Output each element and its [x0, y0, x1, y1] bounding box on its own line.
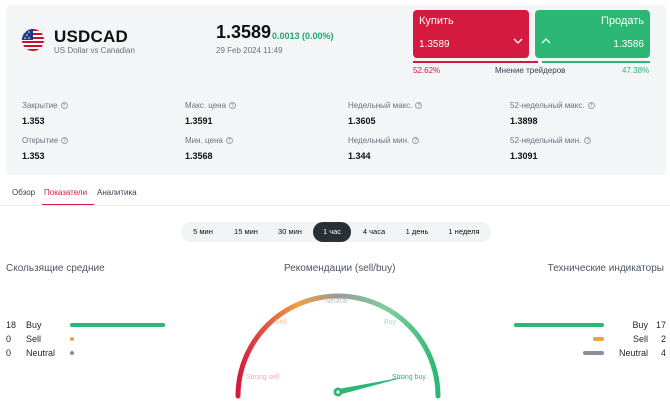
tab-divider: [0, 205, 670, 206]
recommendation-title: Рекомендации (sell/buy): [284, 263, 396, 274]
ma-sell-bar: [70, 337, 74, 341]
buy-label: Купить: [419, 15, 454, 27]
price-timestamp: 29 Feb 2024 11:49: [216, 46, 283, 55]
sell-price: 1.3586: [613, 39, 644, 50]
sentiment-buy-bar: [413, 61, 538, 63]
buy-button[interactable]: Купить 1.3589: [413, 10, 529, 58]
tab-overview[interactable]: Обзор: [12, 188, 35, 197]
sentiment-label: Мнение трейдеров: [495, 66, 566, 75]
price-change: 0.0013 (0.00%): [272, 31, 334, 41]
stat-52w-high-label: 52-недельный макс.?: [510, 101, 595, 110]
stat-week-high-label: Недельный макс.?: [348, 101, 423, 110]
ma-neutral-label: Neutral: [26, 348, 56, 358]
stat-open-value: 1.353: [22, 151, 45, 161]
sentiment-sell-percent: 47.38%: [622, 66, 650, 75]
ma-buy-label: Buy: [26, 320, 42, 330]
stat-week-low-value: 1.344: [348, 151, 371, 161]
info-icon[interactable]: ?: [412, 137, 420, 145]
stat-week-high-value: 1.3605: [348, 116, 376, 126]
info-icon[interactable]: ?: [415, 102, 423, 110]
stat-close-label: Закрытие?: [22, 101, 68, 110]
us-flag-icon: [22, 29, 44, 51]
instrument-symbol: USDCAD: [54, 27, 128, 46]
ma-buy-bar: [70, 323, 165, 327]
ma-neutral-count: 0: [6, 348, 12, 358]
stat-high-label: Макс. цена?: [185, 101, 237, 110]
stat-open-label: Открытие?: [22, 136, 69, 145]
timeframe-4h[interactable]: 4 часа: [353, 222, 395, 242]
ma-neutral-bar: [70, 351, 74, 355]
info-icon[interactable]: ?: [225, 137, 233, 145]
ti-buy-count: 17: [655, 320, 666, 330]
sell-button[interactable]: Продать 1.3586: [535, 10, 650, 58]
stat-high-value: 1.3591: [185, 116, 213, 126]
timeframe-1h[interactable]: 1 час: [313, 222, 351, 242]
stat-low-value: 1.3568: [185, 151, 213, 161]
stat-close-value: 1.353: [22, 116, 45, 126]
stat-week-low-label: Недельный мин.?: [348, 136, 420, 145]
stat-52w-low-label: 52-недельный мин.?: [510, 136, 592, 145]
sell-label: Продать: [601, 15, 644, 27]
gauge-zone-sell: Sell: [275, 319, 287, 326]
info-icon[interactable]: ?: [60, 102, 68, 110]
technical-indicators-title: Технические индикаторы: [547, 263, 664, 274]
current-price: 1.3589: [216, 22, 272, 42]
ti-sell-bar: [593, 337, 604, 341]
timeframe-15m[interactable]: 15 мин: [225, 222, 267, 242]
info-icon[interactable]: ?: [61, 137, 69, 145]
info-icon[interactable]: ?: [229, 102, 237, 110]
tab-indicators[interactable]: Показатели: [44, 188, 87, 197]
recommendation-gauge: Strong sell Sell Neutral Buy Strong buy: [235, 293, 441, 399]
stat-52w-high-value: 1.3898: [510, 116, 538, 126]
instrument-description: US Dollar vs Canadian: [54, 46, 135, 55]
ti-sell-count: 2: [660, 334, 666, 344]
sentiment-sell-bar: [542, 61, 650, 63]
timeframe-selector: 5 мин 15 мин 30 мин 1 час 4 часа 1 день …: [181, 222, 491, 242]
timeframe-1d[interactable]: 1 день: [397, 222, 437, 242]
ti-neutral-bar: [583, 351, 604, 355]
chevron-up-icon: [541, 36, 551, 49]
timeframe-30m[interactable]: 30 мин: [269, 222, 311, 242]
gauge-zone-neutral: Neutral: [325, 298, 348, 305]
stat-52w-low-value: 1.3091: [510, 151, 538, 161]
ma-buy-count: 18: [6, 320, 17, 330]
info-icon[interactable]: ?: [584, 137, 592, 145]
sentiment-buy-percent: 52.62%: [413, 66, 441, 75]
info-icon[interactable]: ?: [587, 102, 595, 110]
stat-low-label: Мин. цена?: [185, 136, 233, 145]
chevron-down-icon: [513, 36, 523, 49]
buy-price: 1.3589: [419, 39, 450, 50]
gauge-zone-strong-sell: Strong sell: [246, 374, 280, 381]
timeframe-5m[interactable]: 5 мин: [183, 222, 223, 242]
moving-averages-title: Скользящие средние: [6, 263, 105, 274]
gauge-zone-buy: Buy: [384, 319, 397, 326]
tab-analytics[interactable]: Аналитика: [97, 188, 137, 197]
ti-neutral-label: Neutral: [618, 348, 648, 358]
ti-sell-label: Sell: [632, 334, 648, 344]
ma-sell-count: 0: [6, 334, 12, 344]
timeframe-1w[interactable]: 1 неделя: [439, 222, 489, 242]
ma-sell-label: Sell: [26, 334, 42, 344]
gauge-arc: [235, 293, 441, 399]
ti-buy-bar: [514, 323, 604, 327]
gauge-needle: [337, 376, 407, 395]
gauge-zone-strong-buy: Strong buy: [392, 374, 426, 381]
ti-buy-label: Buy: [632, 320, 648, 330]
ti-neutral-count: 4: [660, 348, 666, 358]
